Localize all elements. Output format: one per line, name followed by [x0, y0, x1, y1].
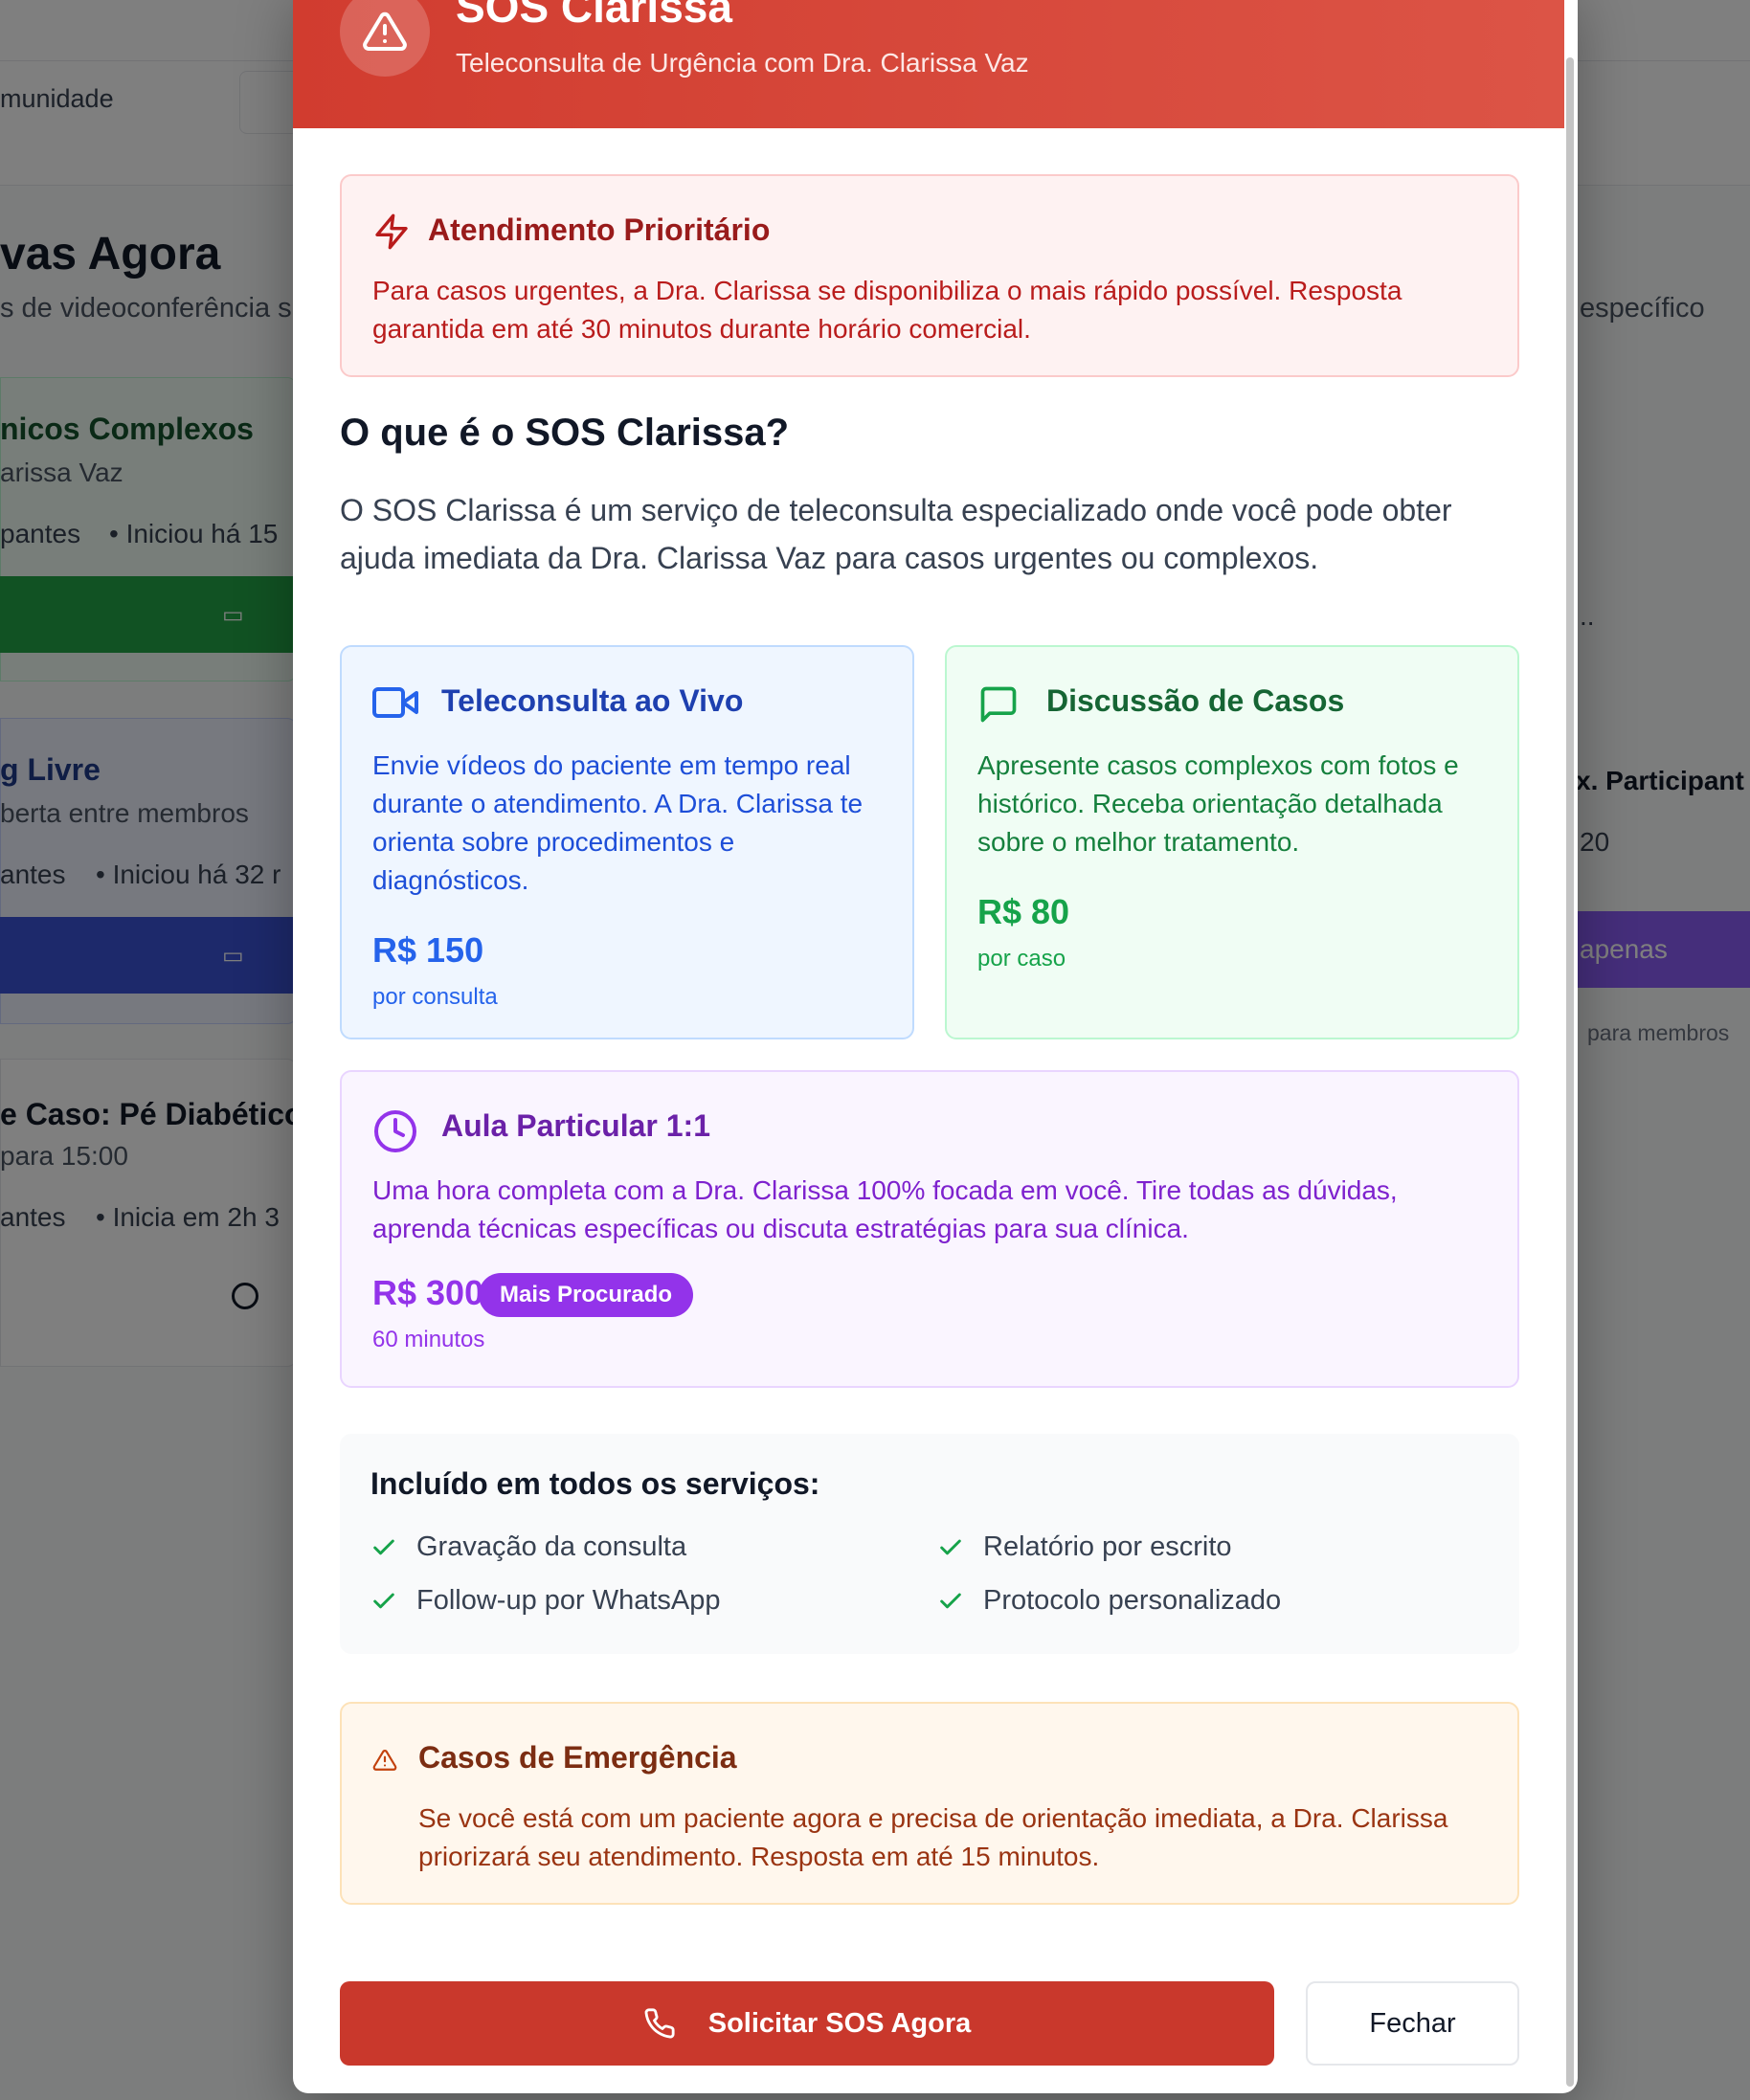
- sos-modal: SOS Clarissa Teleconsulta de Urgência co…: [293, 0, 1578, 2093]
- request-sos-button-label: Solicitar SOS Agora: [707, 2007, 972, 2039]
- included-item-label: Gravação da consulta: [416, 1531, 687, 1562]
- clock-icon: [372, 1108, 418, 1159]
- service-description: Apresente casos complexos com fotos e hi…: [977, 750, 1459, 857]
- priority-alert-title: Atendimento Prioritário: [428, 212, 771, 247]
- included-item: Gravação da consulta: [370, 1531, 686, 1563]
- check-icon: [940, 1539, 961, 1554]
- modal-header: SOS Clarissa Teleconsulta de Urgência co…: [293, 0, 1564, 128]
- check-icon: [940, 1593, 961, 1608]
- service-description: Uma hora completa com a Dra. Clarissa 10…: [372, 1175, 1398, 1243]
- service-title: Teleconsulta ao Vivo: [441, 683, 744, 718]
- phone-icon: [644, 2008, 675, 2039]
- modal-subtitle: Teleconsulta de Urgência com Dra. Claris…: [456, 48, 1029, 78]
- included-services-box: Incluído em todos os serviços: Gravação …: [340, 1434, 1519, 1654]
- lightning-icon: [372, 212, 411, 256]
- included-item-label: Follow-up por WhatsApp: [416, 1585, 721, 1616]
- modal-scrollbar[interactable]: [1566, 57, 1574, 2087]
- service-card-discussao[interactable]: Discussão de Casos Apresente casos compl…: [945, 645, 1519, 1039]
- service-price-unit: por consulta: [372, 984, 498, 1010]
- request-sos-button[interactable]: Solicitar SOS Agora: [340, 1981, 1274, 2066]
- check-icon: [373, 1593, 394, 1608]
- emergency-notice: Casos de Emergência Se você está com um …: [340, 1702, 1519, 1905]
- service-card-teleconsulta[interactable]: Teleconsulta ao Vivo Envie vídeos do pac…: [340, 645, 914, 1039]
- service-price: R$ 80: [977, 892, 1070, 931]
- video-icon: [372, 683, 418, 726]
- emergency-title: Casos de Emergência: [418, 1740, 737, 1775]
- included-title: Incluído em todos os serviços:: [370, 1466, 820, 1501]
- modal-title: SOS Clarissa: [456, 0, 732, 32]
- included-item-label: Relatório por escrito: [983, 1531, 1232, 1562]
- section-question: O que é o SOS Clarissa?: [340, 412, 790, 454]
- service-card-aula-particular[interactable]: Aula Particular 1:1 Uma hora completa co…: [340, 1070, 1519, 1388]
- chat-icon: [977, 683, 1020, 730]
- alert-triangle-icon: [340, 0, 430, 77]
- emergency-text: Se você está com um paciente agora e pre…: [418, 1803, 1448, 1871]
- most-popular-badge: Mais Procurado: [479, 1273, 694, 1317]
- section-description: O SOS Clarissa é um serviço de teleconsu…: [340, 493, 1452, 575]
- service-price: R$ 300: [372, 1273, 484, 1312]
- priority-alert-text: Para casos urgentes, a Dra. Clarissa se …: [372, 276, 1402, 344]
- included-item-label: Protocolo personalizado: [983, 1585, 1282, 1616]
- included-item: Relatório por escrito: [937, 1531, 1232, 1563]
- service-title: Discussão de Casos: [1046, 683, 1345, 718]
- included-item: Follow-up por WhatsApp: [370, 1585, 721, 1617]
- service-price-unit: por caso: [977, 946, 1066, 972]
- priority-alert: Atendimento Prioritário Para casos urgen…: [340, 174, 1519, 377]
- warning-icon: [372, 1748, 397, 1777]
- service-price: R$ 150: [372, 930, 484, 970]
- included-item: Protocolo personalizado: [937, 1585, 1281, 1617]
- service-title: Aula Particular 1:1: [441, 1108, 710, 1143]
- service-price-unit: 60 minutos: [372, 1327, 485, 1352]
- close-button[interactable]: Fechar: [1306, 1981, 1519, 2066]
- check-icon: [373, 1539, 394, 1554]
- service-description: Envie vídeos do paciente em tempo real d…: [372, 750, 864, 895]
